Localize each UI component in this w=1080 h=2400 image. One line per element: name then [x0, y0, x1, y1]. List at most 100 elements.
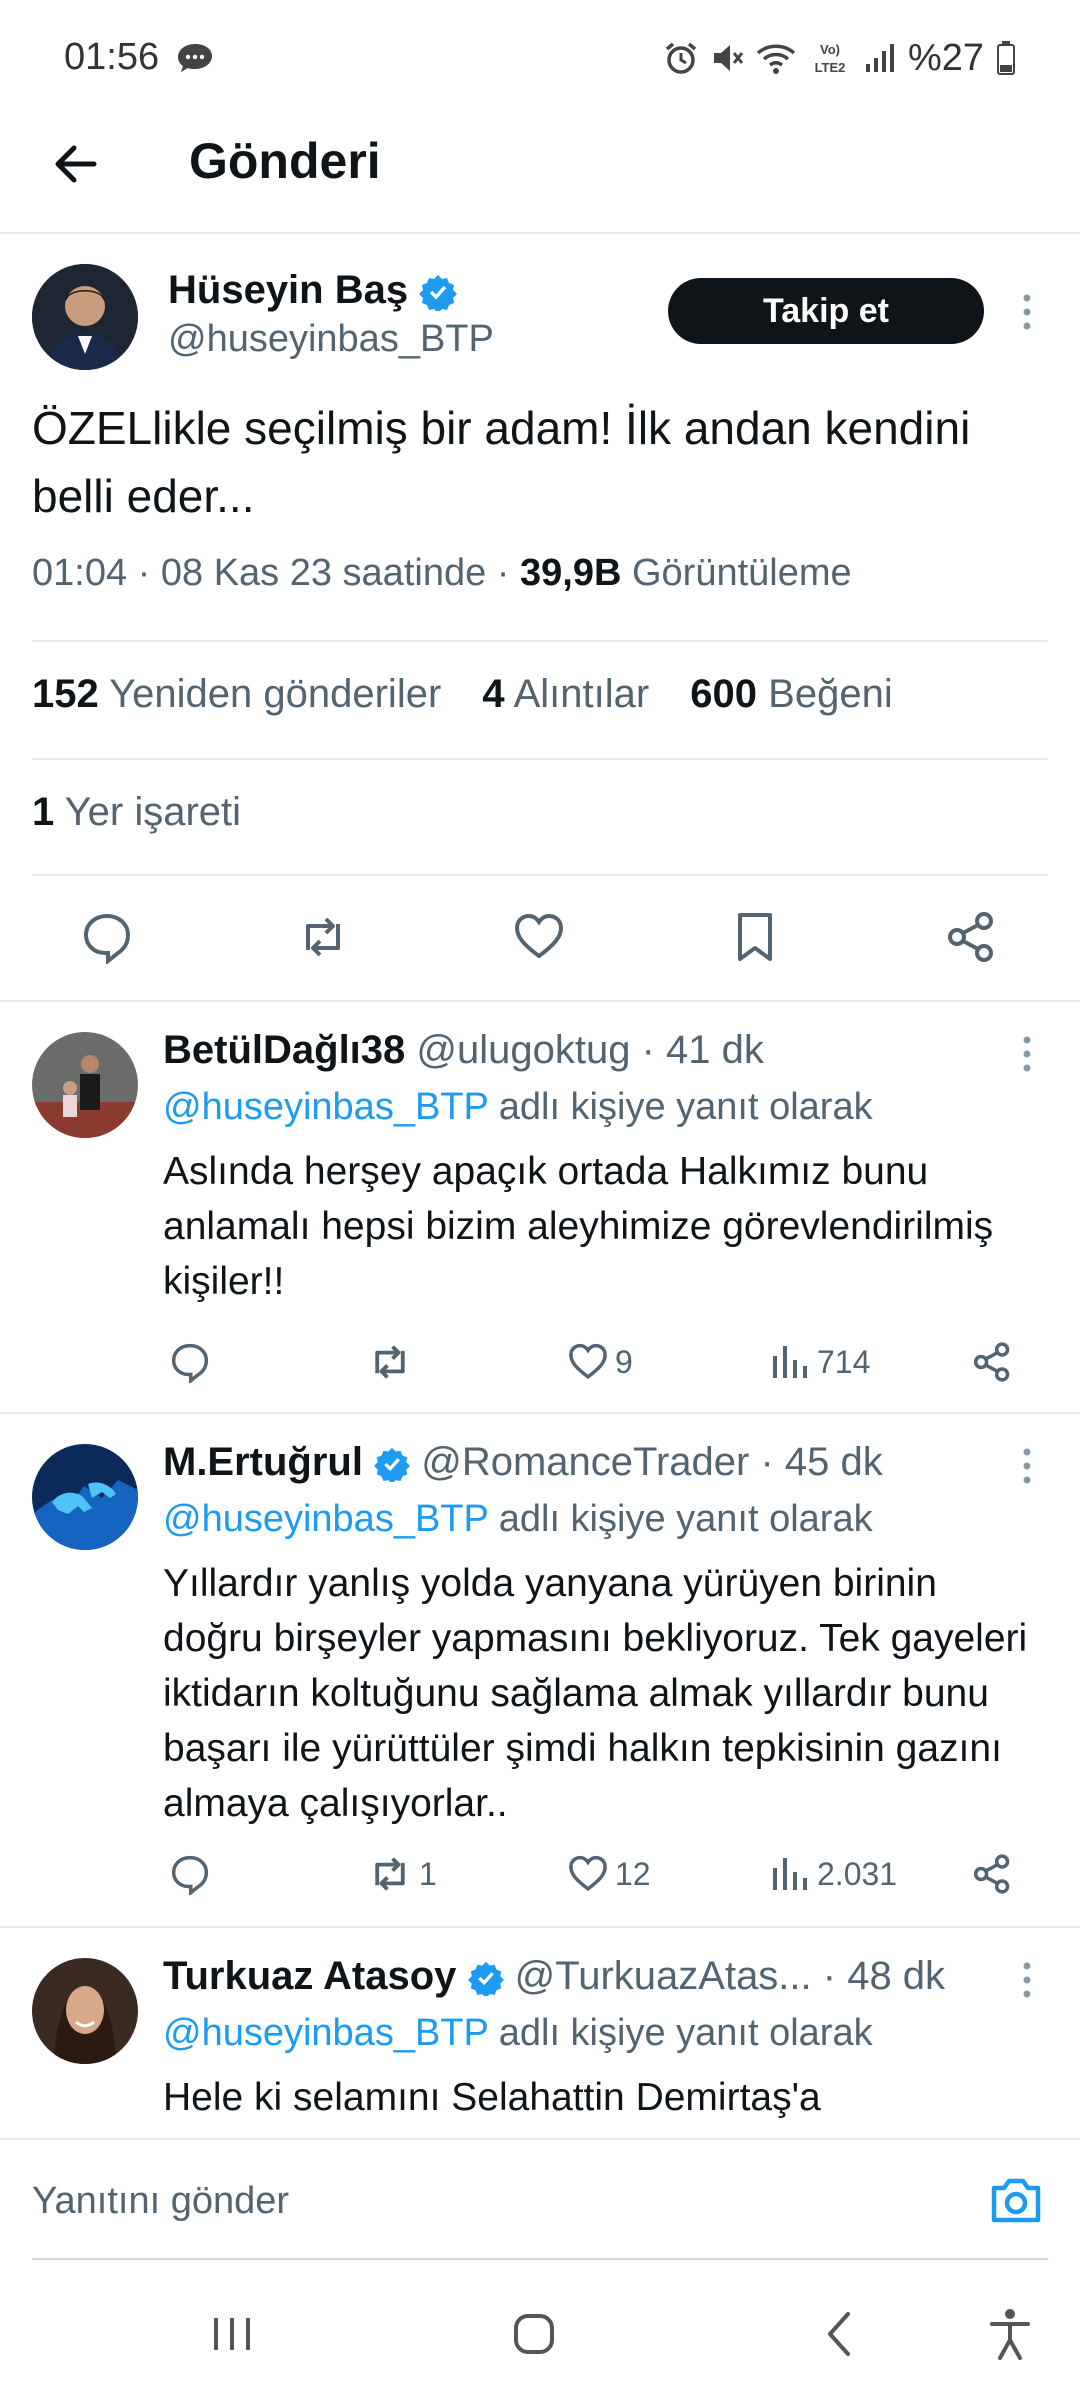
like-heart-icon	[569, 1343, 607, 1379]
bookmark-icon[interactable]	[728, 910, 782, 964]
quotes-stat[interactable]: 4 Alıntılar	[482, 672, 649, 716]
divider	[32, 758, 1048, 760]
volte-icon: Vo) LTE2	[815, 42, 846, 75]
reply-item[interactable]: Turkuaz Atasoy @TurkuazAtas... · 48 dk @…	[0, 1928, 1080, 2138]
verified-badge-icon	[467, 1962, 504, 1997]
repost-icon[interactable]	[296, 910, 350, 964]
reply-avatar[interactable]	[32, 1958, 138, 2064]
reply-like-button[interactable]: 9	[567, 1332, 633, 1392]
reply-author-name[interactable]: BetülDağlı38	[163, 1028, 405, 1072]
like-heart-icon	[569, 1855, 607, 1891]
accessibility-icon[interactable]	[980, 2304, 1040, 2364]
bookmarks-stat[interactable]: 1 Yer işareti	[32, 790, 241, 835]
battery-percent: %27	[907, 36, 984, 79]
reply-action-bar: 9 714	[163, 1332, 1043, 1392]
reply-handle[interactable]: @RomanceTrader · 45 dk	[421, 1440, 883, 1484]
reply-reply-button[interactable]	[169, 1332, 211, 1392]
reply-like-count: 9	[615, 1343, 633, 1380]
reply-avatar[interactable]	[32, 1032, 138, 1138]
reposts-stat[interactable]: 152 Yeniden gönderiler	[32, 672, 441, 716]
post-stats: 152 Yeniden gönderiler 4 Alıntılar 600 B…	[32, 672, 893, 717]
reply-reply-button[interactable]	[169, 1844, 211, 1904]
page-title: Gönderi	[189, 133, 381, 189]
likes-stat[interactable]: 600 Beğeni	[690, 672, 892, 716]
post-text: ÖZELlikle seçilmiş bir adam! İlk andan k…	[32, 402, 971, 522]
replying-to: @huseyinbas_BTP adlı kişiye yanıt olarak	[163, 1498, 873, 1540]
replying-to: @huseyinbas_BTP adlı kişiye yanıt olarak	[163, 1086, 873, 1128]
follow-button[interactable]: Takip et	[668, 278, 984, 344]
reply-repost-button[interactable]	[367, 1332, 419, 1392]
more-options-icon[interactable]	[1022, 292, 1032, 332]
svg-text:Vo): Vo)	[820, 42, 840, 57]
status-icons: Vo) LTE2 %27	[664, 36, 1016, 80]
recent-apps-icon[interactable]	[202, 2304, 262, 2364]
battery-icon	[997, 41, 1015, 75]
home-icon[interactable]	[504, 2304, 564, 2364]
author-avatar[interactable]	[32, 264, 138, 370]
post-action-bar	[0, 868, 1080, 1000]
reply-mention-link[interactable]: @huseyinbas_BTP	[163, 2012, 488, 2054]
share-icon[interactable]	[944, 910, 998, 964]
reply-item[interactable]: M.Ertuğrul @RomanceTrader · 45 dk @husey…	[0, 1414, 1080, 1926]
back-arrow-icon[interactable]	[48, 136, 104, 192]
reply-text: Yıllardır yanlış yolda yanyana yürüyen b…	[163, 1562, 1028, 1825]
reply-handle[interactable]: @TurkuazAtas... · 48 dk	[515, 1954, 945, 1998]
more-options-icon[interactable]	[1022, 1960, 1032, 2000]
author-name-text[interactable]: Hüseyin Baş	[168, 268, 408, 312]
reply-composer[interactable]: Yanıtını gönder	[0, 2138, 1080, 2260]
verified-badge-icon	[374, 1448, 411, 1483]
reply-item[interactable]: BetülDağlı38 @ulugoktug · 41 dk @huseyin…	[0, 1002, 1080, 1412]
reply-view-count: 714	[817, 1343, 871, 1380]
views-chart-icon	[773, 1858, 807, 1890]
reply-mention-link[interactable]: @huseyinbas_BTP	[163, 1086, 488, 1128]
reply-share-button[interactable]	[971, 1332, 1013, 1392]
reply-icon	[171, 1855, 209, 1895]
reply-author-name[interactable]: Turkuaz Atasoy	[163, 1954, 456, 1998]
status-bar: 01:56 Vo) LTE2 %27	[0, 0, 1080, 110]
divider	[32, 640, 1048, 642]
reply-like-count: 12	[615, 1855, 651, 1892]
more-options-icon[interactable]	[1022, 1034, 1032, 1074]
composer-underline	[32, 2258, 1048, 2260]
alarm-icon	[665, 42, 697, 74]
reply-share-button[interactable]	[971, 1844, 1013, 1904]
reply-header: M.Ertuğrul @RomanceTrader · 45 dk	[163, 1440, 883, 1485]
reply-header: Turkuaz Atasoy @TurkuazAtas... · 48 dk	[163, 1954, 945, 1999]
reply-like-button[interactable]: 12	[567, 1844, 651, 1904]
reply-avatar[interactable]	[32, 1444, 138, 1550]
camera-icon[interactable]	[988, 2174, 1044, 2226]
reply-action-bar: 1 12 2.031	[163, 1844, 1043, 1904]
more-options-icon[interactable]	[1022, 1446, 1032, 1486]
reply-header: BetülDağlı38 @ulugoktug · 41 dk	[163, 1028, 764, 1073]
reply-input[interactable]: Yanıtını gönder	[32, 2180, 289, 2223]
verified-badge-icon	[419, 275, 458, 312]
reply-icon	[171, 1343, 209, 1383]
signal-icon	[865, 44, 894, 72]
top-bar: Gönderi	[0, 110, 1080, 234]
share-icon	[973, 1854, 1010, 1894]
status-time: 01:56	[64, 36, 160, 78]
reply-author-name[interactable]: M.Ertuğrul	[163, 1440, 363, 1484]
back-icon[interactable]	[810, 2304, 870, 2364]
post-meta: 01:04 · 08 Kas 23 saatinde · 39,9B Görün…	[32, 552, 852, 595]
reply-icon[interactable]	[80, 910, 134, 964]
reply-repost-button[interactable]: 1	[367, 1844, 437, 1904]
reply-repost-count: 1	[419, 1855, 437, 1892]
author-name[interactable]: Hüseyin Baş	[168, 268, 458, 313]
reply-text: Hele ki selamını Selahattin Demirtaş'a	[163, 2076, 821, 2119]
reply-handle[interactable]: @ulugoktug · 41 dk	[416, 1028, 763, 1072]
wifi-icon	[756, 44, 796, 74]
repost-icon	[375, 1857, 405, 1891]
reply-views-button[interactable]: 2.031	[771, 1844, 897, 1904]
author-handle[interactable]: @huseyinbas_BTP	[168, 318, 494, 361]
reply-mention-link[interactable]: @huseyinbas_BTP	[163, 1498, 488, 1540]
post-timestamp: 01:04 · 08 Kas 23 saatinde ·	[32, 552, 510, 594]
share-icon	[973, 1342, 1010, 1382]
like-heart-icon[interactable]	[512, 910, 566, 964]
views-label: Görüntüleme	[631, 552, 852, 594]
svg-text:LTE2: LTE2	[815, 60, 846, 75]
chat-notification-icon	[178, 44, 212, 72]
reply-views-button[interactable]: 714	[771, 1332, 870, 1392]
views-chart-icon	[773, 1346, 807, 1378]
mute-icon	[713, 45, 744, 71]
